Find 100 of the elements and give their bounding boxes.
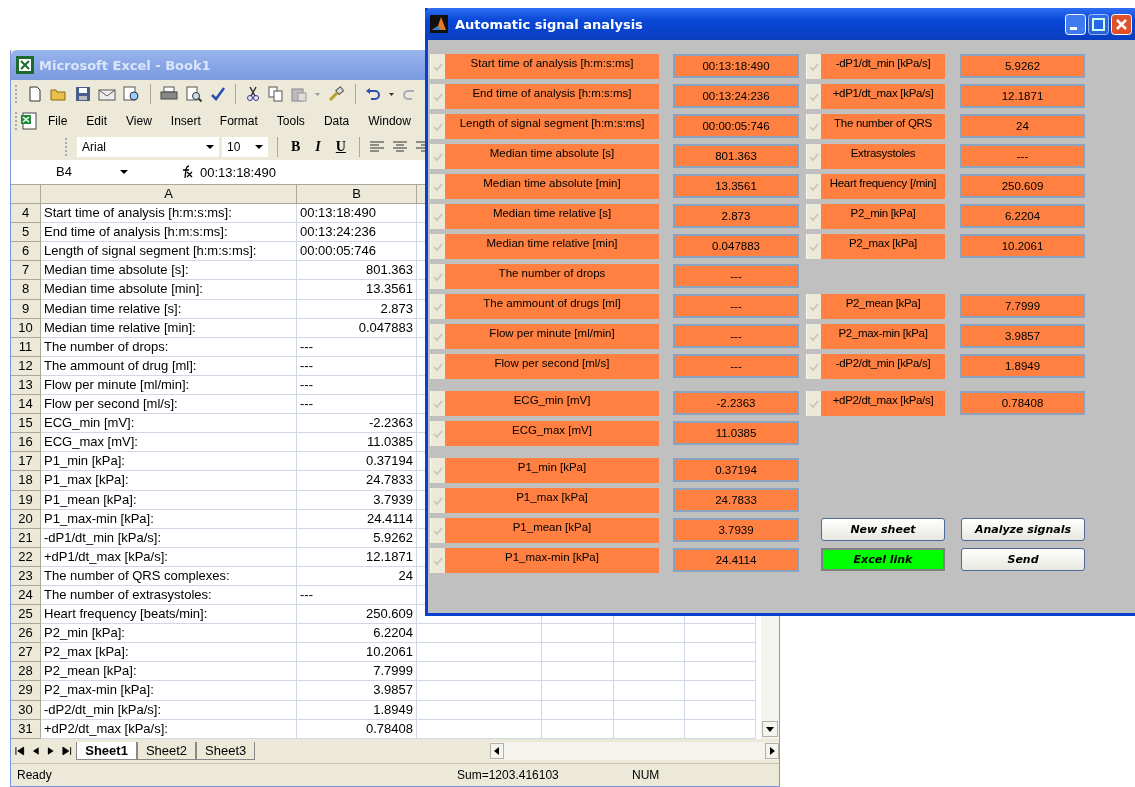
row-header[interactable]: 5 [11,223,41,243]
menu-item[interactable]: Format [209,113,267,128]
checkbox[interactable] [430,174,445,199]
checkbox[interactable] [806,354,821,379]
select-all-corner[interactable] [11,185,41,205]
menu-item[interactable]: File [38,113,77,128]
action-button[interactable]: Excel link [821,548,945,571]
align-left-icon[interactable] [368,140,385,154]
format-button[interactable]: I [311,139,325,155]
align-center-icon[interactable] [391,140,408,154]
sheet-tab[interactable]: Sheet3 [196,742,256,760]
last-sheet-icon[interactable] [60,745,73,757]
document-magnifier-icon[interactable] [123,85,141,102]
row-header[interactable]: 13 [11,375,41,396]
column-header[interactable]: B [297,185,417,205]
workbook-icon[interactable] [20,111,38,130]
format-button[interactable]: B [287,139,305,155]
row-header[interactable]: 24 [11,585,41,606]
row-header[interactable]: 9 [11,299,41,319]
menu-item[interactable]: View [116,113,161,128]
clipboard-icon[interactable] [291,85,307,102]
row-header[interactable]: 21 [11,528,41,548]
row-header[interactable]: 10 [11,318,41,338]
row-header[interactable]: 29 [11,681,41,701]
row-header[interactable]: 28 [11,662,41,682]
column-header[interactable]: A [41,185,297,205]
menu-item[interactable]: Edit [76,113,117,128]
horizontal-scrollbar[interactable] [489,742,779,760]
checkbox[interactable] [430,421,445,446]
name-box[interactable]: B4 [11,161,115,183]
row-header[interactable]: 15 [11,414,41,434]
scissors-icon[interactable] [245,85,261,102]
format-button[interactable]: U [331,139,350,155]
formula-field[interactable]: 00:13:18:490 [200,164,276,180]
checkbox[interactable] [430,548,445,573]
checkbox[interactable] [806,84,821,109]
row-header[interactable]: 23 [11,566,41,586]
checkbox[interactable] [806,174,821,199]
menu-item[interactable]: Insert [160,113,210,128]
menu-item[interactable]: Data [313,113,359,128]
action-button[interactable]: Send [961,548,1085,571]
row-header[interactable]: 8 [11,280,41,300]
row-header[interactable]: 27 [11,643,41,663]
checkbox[interactable] [430,114,445,139]
font-size-dropdown[interactable]: 10 [222,137,268,157]
sheet-tab[interactable]: Sheet2 [136,742,197,760]
row-header[interactable]: 14 [11,395,41,415]
row-header[interactable]: 31 [11,719,41,739]
row-header[interactable]: 11 [11,337,41,357]
row-header[interactable]: 6 [11,242,41,262]
row-header[interactable]: 25 [11,605,41,625]
checkbox[interactable] [430,324,445,349]
print-preview-icon[interactable] [185,85,203,102]
row-header[interactable]: 7 [11,261,41,281]
checkbox[interactable] [430,294,445,319]
row-header[interactable]: 17 [11,452,41,472]
row-header[interactable]: 30 [11,700,41,720]
checkbox[interactable] [430,458,445,483]
row-header[interactable]: 16 [11,433,41,453]
checkbox[interactable] [806,204,821,229]
checkbox[interactable] [430,264,445,289]
checkbox[interactable] [806,54,821,79]
menu-item[interactable]: Window [358,113,420,128]
checkbox[interactable] [430,354,445,379]
checkbox[interactable] [430,204,445,229]
checkbox[interactable] [806,234,821,259]
font-dropdown[interactable]: Arial [77,137,219,157]
close-icon[interactable] [1111,13,1132,35]
checkbox[interactable] [430,488,445,513]
checkbox[interactable] [430,54,445,79]
first-sheet-icon[interactable] [14,745,26,757]
checkbox[interactable] [430,518,445,543]
copy-icon[interactable] [268,85,284,102]
new-document-icon[interactable] [27,85,43,102]
checkbox[interactable] [430,391,445,416]
action-button[interactable]: New sheet [821,518,945,541]
undo-icon[interactable] [365,85,381,102]
checkbox[interactable] [806,114,821,139]
row-header[interactable]: 4 [11,204,41,224]
checkbox[interactable] [430,84,445,109]
minimize-icon[interactable] [1065,13,1086,35]
row-header[interactable]: 20 [11,509,41,529]
checkbox[interactable] [430,144,445,169]
paintbrush-icon[interactable] [328,85,346,102]
checkbox[interactable] [806,144,821,169]
row-header[interactable]: 18 [11,471,41,491]
menu-item[interactable]: Tools [266,113,314,128]
function-icon[interactable] [180,165,194,179]
row-header[interactable]: 22 [11,547,41,567]
action-button[interactable]: Analyze signals [961,518,1085,541]
checkbox[interactable] [430,234,445,259]
checkbox[interactable] [806,391,821,416]
checkbox[interactable] [806,324,821,349]
row-header[interactable]: 19 [11,490,41,510]
sheet-tab[interactable]: Sheet1 [76,742,137,760]
row-header[interactable]: 12 [11,356,41,376]
checkbox[interactable] [806,294,821,319]
printer-icon[interactable] [160,85,178,102]
maximize-icon[interactable] [1088,13,1109,35]
caret-icon[interactable] [120,169,128,175]
